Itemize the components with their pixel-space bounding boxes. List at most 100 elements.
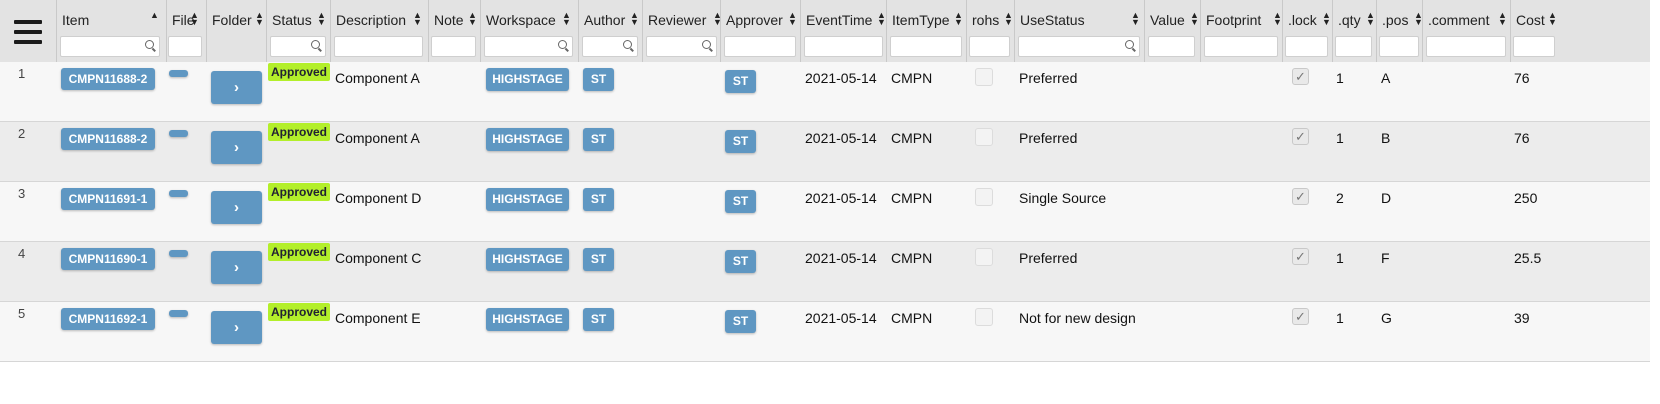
filter-input-status[interactable] (270, 36, 326, 57)
filter-field[interactable] (1380, 37, 1418, 56)
sort-icon[interactable]: ▲ ▼ (1190, 11, 1199, 27)
filter-input-qty[interactable] (1335, 36, 1372, 57)
cost-cell: 39 (1514, 310, 1530, 326)
filter-input-author[interactable] (582, 36, 638, 57)
approver-button[interactable]: ST (725, 130, 756, 153)
filter-input-description[interactable] (334, 36, 423, 57)
approver-button[interactable]: ST (725, 310, 756, 333)
workspace-button[interactable]: HIGHSTAGE (486, 308, 569, 331)
sort-icon[interactable]: ▲ (150, 11, 159, 20)
item-button[interactable]: CMPN11692-1 (61, 308, 155, 330)
folder-button[interactable]: › (211, 251, 262, 284)
filter-input-workspace[interactable] (484, 36, 573, 57)
author-button[interactable]: ST (583, 188, 614, 211)
sort-icon[interactable]: ▲ ▼ (413, 11, 422, 27)
sort-icon[interactable]: ▲ ▼ (317, 11, 326, 27)
folder-button[interactable]: › (211, 131, 262, 164)
sort-icon[interactable]: ▲ ▼ (1498, 11, 1507, 27)
filter-field[interactable] (1427, 37, 1505, 56)
filter-field[interactable] (970, 37, 1009, 56)
rohs-checkbox[interactable] (975, 248, 993, 266)
lock-checkbox[interactable]: ✓ (1292, 128, 1309, 145)
filter-input-pos[interactable] (1379, 36, 1419, 57)
filter-field[interactable] (61, 37, 159, 56)
item-button[interactable]: CMPN11691-1 (61, 188, 155, 210)
filter-input-comment[interactable] (1426, 36, 1506, 57)
sort-icon[interactable]: ▲ ▼ (1322, 11, 1331, 27)
filter-field[interactable] (891, 37, 961, 56)
sort-icon[interactable]: ▲ ▼ (877, 11, 886, 27)
filter-input-rohs[interactable] (969, 36, 1010, 57)
filter-input-eventtime[interactable] (804, 36, 883, 57)
file-button[interactable] (169, 190, 188, 197)
folder-button[interactable]: › (211, 191, 262, 224)
sort-icon[interactable]: ▲ ▼ (1004, 11, 1013, 27)
item-button[interactable]: CMPN11688-2 (61, 128, 155, 150)
filter-field[interactable] (1205, 37, 1277, 56)
filter-input-lock[interactable] (1285, 36, 1328, 57)
workspace-button[interactable]: HIGHSTAGE (486, 188, 569, 211)
filter-field[interactable] (1286, 37, 1327, 56)
approver-button[interactable]: ST (725, 70, 756, 93)
sort-icon[interactable]: ▲ ▼ (1131, 11, 1140, 27)
author-button[interactable]: ST (583, 128, 614, 151)
lock-checkbox[interactable]: ✓ (1292, 308, 1309, 325)
workspace-button[interactable]: HIGHSTAGE (486, 128, 569, 151)
filter-field[interactable] (432, 37, 475, 56)
file-button[interactable] (169, 310, 188, 317)
folder-button[interactable]: › (211, 311, 262, 344)
filter-input-file[interactable] (168, 36, 202, 57)
filter-field[interactable] (1514, 37, 1554, 56)
filter-field[interactable] (1336, 37, 1371, 56)
column-header-folder[interactable]: Folder ▲ ▼ (206, 0, 266, 62)
rohs-checkbox[interactable] (975, 188, 993, 206)
approver-button[interactable]: ST (725, 250, 756, 273)
sort-icon[interactable]: ▲ ▼ (468, 11, 477, 27)
rohs-checkbox[interactable] (975, 308, 993, 326)
filter-field[interactable] (725, 37, 795, 56)
file-button[interactable] (169, 130, 188, 137)
sort-icon[interactable]: ▲ ▼ (1273, 11, 1282, 27)
item-button[interactable]: CMPN11690-1 (61, 248, 155, 270)
sort-icon[interactable]: ▲ ▼ (1548, 11, 1557, 27)
sort-icon[interactable]: ▲ ▼ (562, 11, 571, 27)
filter-input-cost[interactable] (1513, 36, 1555, 57)
sort-icon[interactable]: ▲ ▼ (1366, 11, 1375, 27)
workspace-button[interactable]: HIGHSTAGE (486, 68, 569, 91)
author-button[interactable]: ST (583, 248, 614, 271)
sort-icon[interactable]: ▲ ▼ (954, 11, 963, 27)
filter-field[interactable] (1019, 37, 1139, 56)
rohs-checkbox[interactable] (975, 68, 993, 86)
filter-input-item[interactable] (60, 36, 160, 57)
file-button[interactable] (169, 250, 188, 257)
author-button[interactable]: ST (583, 308, 614, 331)
approver-button[interactable]: ST (725, 190, 756, 213)
lock-checkbox[interactable]: ✓ (1292, 188, 1309, 205)
file-button[interactable] (169, 70, 188, 77)
filter-input-approver[interactable] (724, 36, 796, 57)
rohs-checkbox[interactable] (975, 128, 993, 146)
hamburger-menu-icon[interactable] (14, 20, 42, 44)
filter-input-value[interactable] (1148, 36, 1195, 57)
sort-icon[interactable]: ▲ ▼ (255, 11, 264, 27)
itemtype-cell: CMPN (891, 130, 933, 146)
checkmark-icon: ✓ (1295, 129, 1306, 144)
filter-input-usestatus[interactable] (1018, 36, 1140, 57)
sort-icon[interactable]: ▲ ▼ (190, 11, 199, 27)
filter-field[interactable] (335, 37, 422, 56)
filter-input-footprint[interactable] (1204, 36, 1278, 57)
sort-icon[interactable]: ▲ ▼ (630, 11, 639, 27)
filter-input-reviewer[interactable] (646, 36, 717, 57)
lock-checkbox[interactable]: ✓ (1292, 248, 1309, 265)
workspace-button[interactable]: HIGHSTAGE (486, 248, 569, 271)
lock-checkbox[interactable]: ✓ (1292, 68, 1309, 85)
author-button[interactable]: ST (583, 68, 614, 91)
folder-button[interactable]: › (211, 71, 262, 104)
filter-input-itemtype[interactable] (890, 36, 962, 57)
sort-icon[interactable]: ▲ ▼ (788, 11, 797, 27)
filter-field[interactable] (169, 37, 201, 56)
filter-field[interactable] (1149, 37, 1194, 56)
item-button[interactable]: CMPN11688-2 (61, 68, 155, 90)
filter-field[interactable] (805, 37, 882, 56)
filter-input-note[interactable] (431, 36, 476, 57)
